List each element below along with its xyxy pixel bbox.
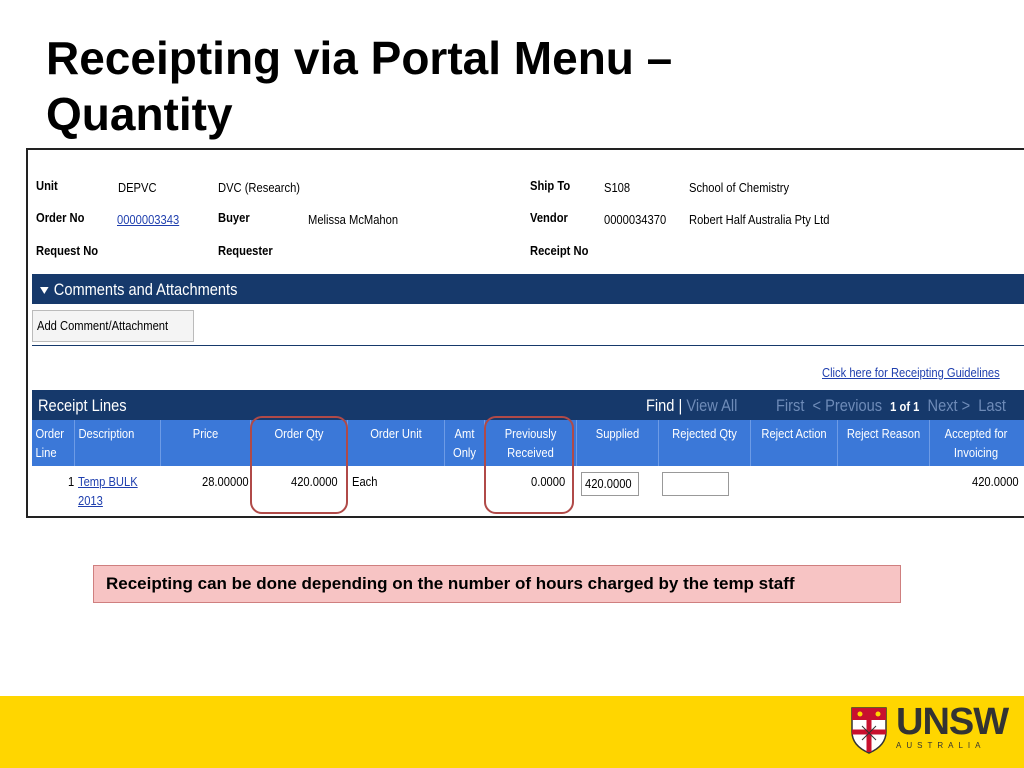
previously-received-highlight [484, 416, 574, 514]
australia-logo-text: AUSTRALIA [896, 741, 986, 750]
unsw-logo-text: UNSW [896, 701, 1009, 743]
slide-title-line-1: Receipting via Portal Menu – [46, 32, 673, 84]
cell-order-unit: Each [352, 474, 378, 489]
requester-label: Requester [218, 243, 273, 258]
order-qty-highlight [250, 416, 348, 514]
find-link[interactable]: Find [646, 396, 674, 415]
col-amt-only[interactable]: Amt Only [445, 420, 485, 466]
note-text: Receipting can be done depending on the … [106, 574, 795, 593]
col-description[interactable]: Description [75, 420, 161, 466]
ship-to-label: Ship To [530, 178, 571, 193]
slide-title-line-2: Quantity [46, 88, 233, 140]
last-link[interactable]: Last [978, 396, 1006, 415]
next-link[interactable]: Next > [928, 396, 971, 415]
first-link[interactable]: First [776, 396, 804, 415]
col-reject-reason[interactable]: Reject Reason [838, 420, 930, 466]
slide-title: Receipting via Portal Menu – Quantity [46, 30, 986, 142]
col-reject-action[interactable]: Reject Action [751, 420, 838, 466]
comments-section-header[interactable]: Comments and Attachments [32, 274, 1024, 304]
previous-link[interactable]: < Previous [813, 396, 882, 415]
unit-label: Unit [36, 178, 58, 193]
buyer-value: Melissa McMahon [308, 212, 399, 227]
col-accepted-for-invoicing[interactable]: Accepted for Invoicing [930, 420, 1022, 466]
order-no-label: Order No [36, 210, 85, 225]
supplied-qty-input[interactable]: 420.0000 [581, 472, 639, 496]
comments-title: Comments and Attachments [53, 280, 238, 299]
buyer-label: Buyer [218, 210, 250, 225]
unit-value: DEPVC [118, 180, 157, 195]
unit-description: DVC (Research) [218, 180, 301, 195]
order-no-link[interactable]: 0000003343 [117, 212, 179, 227]
view-all-link[interactable]: View All [686, 396, 737, 415]
vendor-code: 0000034370 [604, 212, 667, 227]
receipt-lines-title: Receipt Lines [38, 396, 127, 415]
ship-to-code: S108 [604, 180, 631, 195]
page-indicator: 1 of 1 [890, 399, 920, 414]
cell-accepted-for-invoicing: 420.0000 [972, 474, 1019, 489]
item-description-link-line2[interactable]: 2013 [78, 493, 103, 508]
col-supplied[interactable]: Supplied [577, 420, 659, 466]
rejected-qty-input[interactable] [662, 472, 729, 496]
vendor-label: Vendor [530, 210, 568, 225]
col-order-line[interactable]: Order Line [32, 420, 75, 466]
cell-price: 28.00000 [202, 474, 249, 489]
item-description-link[interactable]: Temp BULK [78, 474, 138, 489]
section-divider [32, 345, 1024, 346]
unsw-crest-icon [851, 707, 887, 754]
col-rejected-qty[interactable]: Rejected Qty [659, 420, 751, 466]
receipt-no-label: Receipt No [530, 243, 589, 258]
request-no-label: Request No [36, 243, 99, 258]
receipting-guidelines-link[interactable]: Click here for Receipting Guidelines [822, 365, 1000, 380]
cell-order-line: 1 [68, 474, 75, 489]
collapse-triangle-icon [40, 287, 49, 295]
add-comment-attachment-button[interactable]: Add Comment/Attachment [32, 310, 195, 342]
nav-separator: | [678, 396, 683, 415]
col-order-unit[interactable]: Order Unit [348, 420, 445, 466]
ship-to-name: School of Chemistry [689, 180, 790, 195]
col-price[interactable]: Price [161, 420, 251, 466]
vendor-name: Robert Half Australia Pty Ltd [689, 212, 830, 227]
